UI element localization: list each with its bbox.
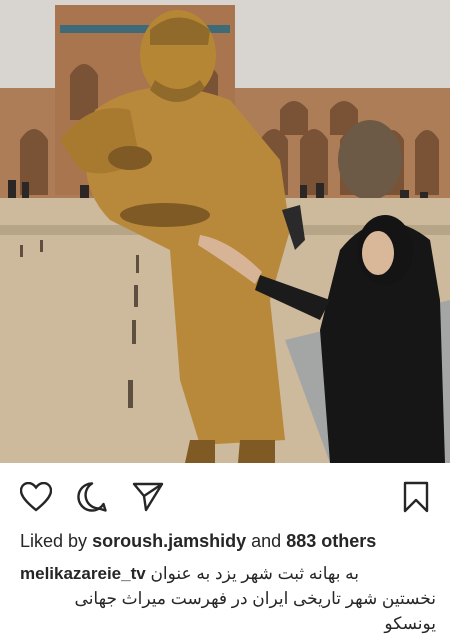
and-text: and [251,531,282,551]
share-icon[interactable] [130,479,166,515]
caption-text-3: یونسکو [384,614,436,633]
liked-by-user-link[interactable]: soroush.jamshidy [92,531,246,551]
photo-illustration [0,0,450,463]
heart-icon[interactable] [18,479,54,515]
liked-by-prefix: Liked by [20,531,88,551]
caption-text-1: به بهانه ثبت شهر یزد به عنوان [150,564,360,583]
post-action-bar [0,463,450,529]
likes-line: Liked by soroush.jamshidy and 883 others [20,531,438,552]
comment-icon[interactable] [74,479,110,515]
bookmark-icon[interactable] [398,479,434,515]
caption-username[interactable]: melikazareie_tv [20,564,146,583]
caption-line-1: melikazareie_tv به بهانه ثبت شهر یزد به … [20,562,436,586]
post-photo[interactable] [0,0,450,463]
caption-text-2: نخستین شهر تاریخی ایران در فهرست میراث ج… [74,589,436,608]
tree [338,120,402,200]
likes-count-link[interactable]: 883 others [286,531,376,551]
